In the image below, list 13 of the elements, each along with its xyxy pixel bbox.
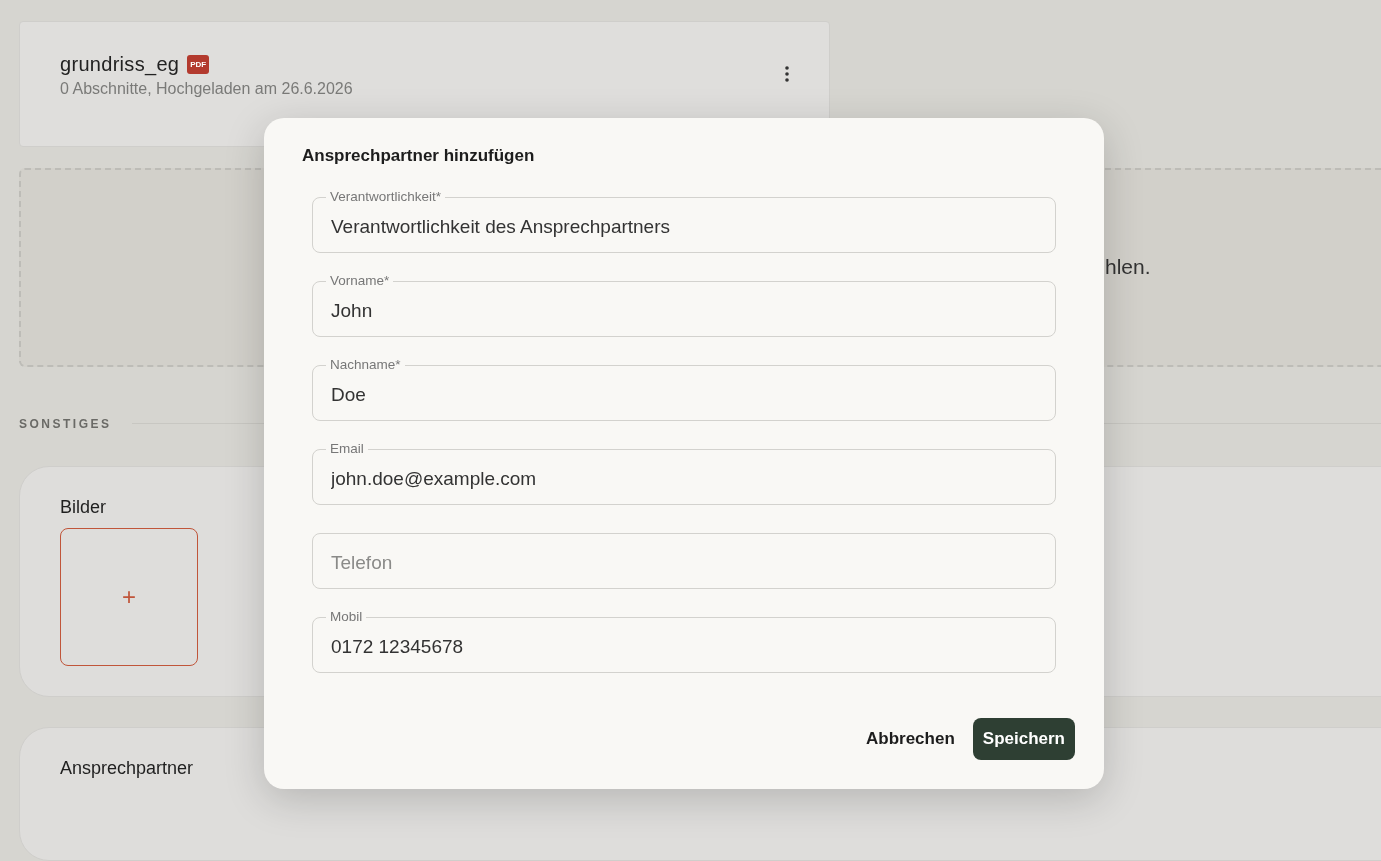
file-meta: 0 Abschnitte, Hochgeladen am 26.6.2026: [60, 80, 353, 99]
card-title: Ansprechpartner: [60, 757, 195, 779]
dropzone-text: hlen.: [1105, 255, 1151, 280]
add-image-button[interactable]: +: [60, 527, 198, 666]
more-icon[interactable]: [785, 65, 789, 82]
cancel-button[interactable]: Abbrechen: [866, 718, 955, 760]
dialog-title: Ansprechpartner hinzufügen: [302, 146, 536, 166]
text-field[interactable]: Telefon: [312, 533, 1056, 589]
file-name: grundriss_eg: [60, 53, 180, 77]
pdf-badge: PDF: [187, 55, 210, 75]
card-title: Bilder: [60, 496, 108, 518]
save-button[interactable]: Speichern: [972, 718, 1075, 760]
section-title: SONSTIGES: [19, 416, 112, 431]
